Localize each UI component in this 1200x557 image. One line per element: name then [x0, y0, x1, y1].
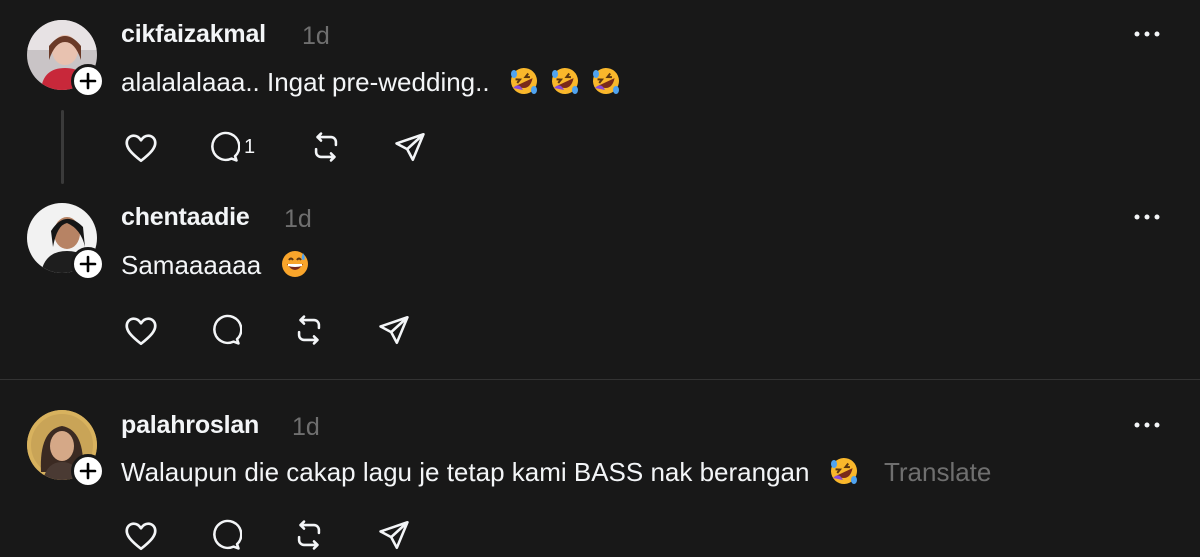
translate-link[interactable]: Translate	[884, 457, 991, 487]
follow-plus-icon[interactable]	[71, 64, 105, 98]
comment-icon	[211, 131, 240, 162]
comment-text: Samaaaaaa	[121, 250, 262, 280]
send-icon	[395, 132, 425, 162]
reply-count: 1	[244, 135, 256, 158]
comment-text: alalalalaaa.. Ingat pre-wedding..	[121, 67, 490, 97]
repost-icon	[297, 520, 321, 550]
rolling-on-floor-laughing-emoji	[829, 456, 859, 493]
username[interactable]: palahroslan	[121, 411, 259, 440]
timestamp[interactable]: 1d	[302, 22, 330, 51]
avatar[interactable]	[27, 203, 105, 281]
rolling-on-floor-laughing-emoji	[550, 66, 580, 103]
comment-body: Walaupun die cakap lagu je tetap kami BA…	[121, 456, 991, 493]
repost-button[interactable]	[292, 518, 326, 552]
repost-button[interactable]	[309, 130, 343, 164]
repost-icon	[297, 315, 321, 345]
like-button[interactable]	[123, 518, 159, 554]
reply-button[interactable]	[208, 518, 242, 552]
comment-icon	[213, 314, 242, 345]
heart-icon	[125, 522, 157, 551]
reply-button[interactable]	[208, 313, 242, 347]
comment-text: Walaupun die cakap lagu je tetap kami BA…	[121, 457, 810, 487]
reply-button[interactable]: 1	[206, 130, 255, 164]
follow-plus-icon[interactable]	[71, 247, 105, 281]
comment-icon	[213, 519, 242, 550]
like-button[interactable]	[123, 313, 159, 349]
comment-feed: cikfaizakmal 1d alalalalaaa.. Ingat pre-…	[0, 0, 1200, 557]
avatar[interactable]	[27, 20, 105, 98]
username[interactable]: cikfaizakmal	[121, 20, 266, 49]
more-options-icon[interactable]	[1132, 212, 1162, 222]
rolling-on-floor-laughing-emoji	[591, 66, 621, 103]
like-button[interactable]	[123, 130, 159, 166]
repost-button[interactable]	[292, 313, 326, 347]
comment-body: Samaaaaaa	[121, 249, 310, 286]
follow-plus-icon[interactable]	[71, 454, 105, 488]
rolling-on-floor-laughing-emoji	[509, 66, 539, 103]
repost-icon	[314, 132, 338, 162]
avatar[interactable]	[27, 410, 105, 488]
more-options-icon[interactable]	[1132, 29, 1162, 39]
grinning-sweat-emoji	[280, 249, 310, 286]
heart-icon	[125, 134, 157, 163]
send-icon	[379, 520, 409, 550]
timestamp[interactable]: 1d	[284, 205, 312, 234]
share-button[interactable]	[377, 313, 411, 347]
divider	[0, 379, 1200, 380]
timestamp[interactable]: 1d	[292, 413, 320, 442]
heart-icon	[125, 317, 157, 346]
share-button[interactable]	[377, 518, 411, 552]
thread-line	[61, 110, 64, 184]
username[interactable]: chentaadie	[121, 203, 250, 232]
more-options-icon[interactable]	[1132, 420, 1162, 430]
comment-body: alalalalaaa.. Ingat pre-wedding..	[121, 66, 621, 103]
share-button[interactable]	[393, 130, 427, 164]
send-icon	[379, 315, 409, 345]
